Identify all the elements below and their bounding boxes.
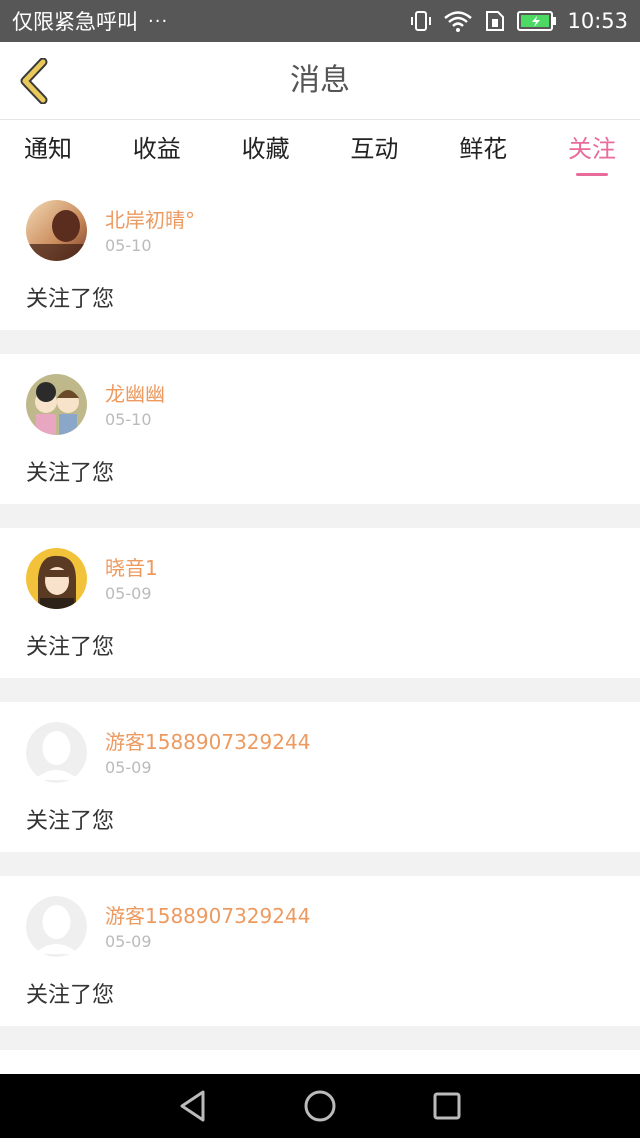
list-item[interactable]: 龙幽幽 05-10 关注了您: [0, 354, 640, 504]
message-date: 05-09: [105, 758, 152, 777]
message-text: 关注了您: [26, 983, 115, 1008]
message-text: 关注了您: [26, 287, 115, 312]
list-item[interactable]: 北岸初晴° 05-10 关注了您: [0, 180, 640, 330]
carrier-text: 仅限紧急呼叫: [12, 10, 138, 34]
tab-interactions[interactable]: 互动: [350, 120, 398, 180]
list-item[interactable]: 游客1588907329244 05-09 关注了您: [0, 876, 640, 1026]
nav-back-button[interactable]: [173, 1086, 213, 1126]
tab-favorites[interactable]: 收藏: [242, 120, 290, 180]
recents-square-icon: [433, 1092, 461, 1120]
battery-icon: [517, 10, 557, 32]
more-notifications-icon: ···: [148, 10, 169, 32]
back-triangle-icon: [180, 1090, 205, 1122]
tab-follows[interactable]: 关注: [568, 120, 616, 180]
page-title: 消息: [290, 63, 350, 98]
message-date: 05-09: [105, 584, 152, 603]
message-text: 关注了您: [26, 809, 115, 834]
avatar[interactable]: [26, 548, 87, 609]
sim-icon: [483, 9, 507, 33]
list-item[interactable]: 晓音1 05-09 关注了您: [0, 528, 640, 678]
message-list: 北岸初晴° 05-10 关注了您 龙幽幽 05-10 关注了您 晓音1 05-0…: [0, 180, 640, 1090]
nav-home-button[interactable]: [300, 1086, 340, 1126]
clock-time: 10:53: [567, 9, 628, 33]
user-name[interactable]: 游客1588907329244: [105, 726, 310, 755]
tab-bar: 通知 收益 收藏 互动 鲜花 关注: [0, 120, 640, 180]
default-avatar-icon: [26, 722, 87, 783]
user-name[interactable]: 游客1588907329244: [105, 900, 310, 929]
app-header: 消息: [0, 42, 640, 120]
message-text: 关注了您: [26, 635, 115, 660]
system-nav-bar: [0, 1074, 640, 1138]
status-icons: 10:53: [409, 9, 628, 33]
message-date: 05-10: [105, 410, 152, 429]
status-bar: 仅限紧急呼叫 ··· 10:53: [0, 0, 640, 42]
tab-earnings[interactable]: 收益: [133, 120, 181, 180]
home-circle-icon: [304, 1090, 336, 1122]
vibrate-icon: [409, 9, 433, 33]
avatar[interactable]: [26, 374, 87, 435]
message-date: 05-10: [105, 236, 152, 255]
anime-avatar-icon: [26, 548, 87, 609]
tab-notifications[interactable]: 通知: [24, 120, 72, 180]
tab-flowers[interactable]: 鲜花: [459, 120, 507, 180]
list-item[interactable]: 游客1588907329244 05-09 关注了您: [0, 702, 640, 852]
message-text: 关注了您: [26, 461, 115, 486]
wifi-icon: [443, 9, 473, 33]
avatar[interactable]: [26, 896, 87, 957]
user-name[interactable]: 龙幽幽: [105, 378, 165, 407]
nav-recents-button[interactable]: [427, 1086, 467, 1126]
user-name[interactable]: 北岸初晴°: [105, 204, 195, 233]
default-avatar-icon: [26, 896, 87, 957]
avatar[interactable]: [26, 200, 87, 261]
photo-avatar-icon: [26, 200, 87, 261]
message-date: 05-09: [105, 932, 152, 951]
avatar[interactable]: [26, 722, 87, 783]
user-name[interactable]: 晓音1: [105, 552, 158, 581]
cartoon-avatar-icon: [26, 374, 87, 435]
